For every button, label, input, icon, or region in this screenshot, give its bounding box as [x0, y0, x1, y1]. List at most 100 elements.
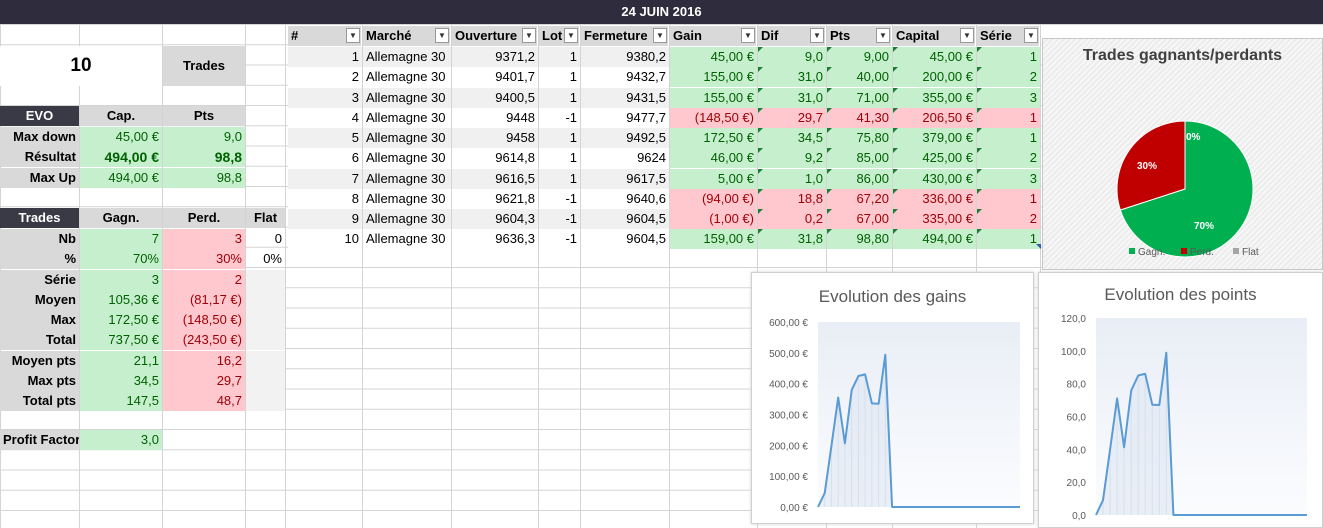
- cell-capital[interactable]: 45,00 €: [893, 47, 976, 67]
- cell-capital[interactable]: 336,00 €: [893, 188, 976, 209]
- cell-ferm[interactable]: 9380,2: [581, 47, 669, 67]
- stats-gagn-value[interactable]: 3: [80, 269, 162, 290]
- cell-ferm[interactable]: 9624: [581, 148, 669, 169]
- cell-ferm[interactable]: 9617,5: [581, 168, 669, 189]
- evo-cap-value[interactable]: 45,00 €: [80, 127, 162, 147]
- cell-gain[interactable]: (148,50 €): [670, 107, 757, 128]
- cell-capital[interactable]: 430,00 €: [893, 168, 976, 189]
- cell-ouv[interactable]: 9448: [452, 107, 538, 128]
- column-header-pts[interactable]: Pts ▼: [827, 26, 892, 46]
- cell-gain[interactable]: 172,50 €: [670, 128, 757, 148]
- stats-gagn-value[interactable]: 21,1: [80, 350, 162, 371]
- cell-capital[interactable]: 335,00 €: [893, 209, 976, 229]
- cell-serie[interactable]: 2: [977, 209, 1040, 229]
- cell-dif[interactable]: 9,2: [758, 148, 826, 169]
- cell-marche[interactable]: Allemagne 30: [363, 168, 451, 189]
- cell-ouv[interactable]: 9401,7: [452, 67, 538, 88]
- cell-ferm[interactable]: 9640,6: [581, 188, 669, 209]
- cell-ouv[interactable]: 9616,5: [452, 168, 538, 189]
- evo-pts-value[interactable]: 98,8: [163, 147, 245, 168]
- cell-pts[interactable]: 9,00: [827, 47, 892, 67]
- stats-gagn-value[interactable]: 737,50 €: [80, 330, 162, 351]
- table-resize-handle[interactable]: [1036, 244, 1041, 249]
- cell-lot[interactable]: 1: [539, 67, 580, 88]
- stats-flat-value[interactable]: [246, 310, 285, 330]
- stats-perd-value[interactable]: 29,7: [163, 370, 245, 391]
- cell-lot[interactable]: 1: [539, 168, 580, 189]
- filter-dropdown-icon[interactable]: ▼: [346, 28, 360, 43]
- column-header-lot[interactable]: Lot ▼: [539, 26, 580, 46]
- cell-dif[interactable]: 1,0: [758, 168, 826, 189]
- filter-dropdown-icon[interactable]: ▼: [1024, 28, 1038, 43]
- gains-chart-panel[interactable]: Evolution des gains 0,00 €100,00 €200,00…: [751, 272, 1034, 524]
- cell-n[interactable]: 5: [288, 128, 362, 148]
- cell-capital[interactable]: 206,50 €: [893, 107, 976, 128]
- stats-perd-value[interactable]: 16,2: [163, 350, 245, 371]
- cell-pts[interactable]: 86,00: [827, 168, 892, 189]
- cell-marche[interactable]: Allemagne 30: [363, 107, 451, 128]
- filter-dropdown-icon[interactable]: ▼: [960, 28, 974, 43]
- cell-ouv[interactable]: 9621,8: [452, 188, 538, 209]
- filter-dropdown-icon[interactable]: ▼: [810, 28, 824, 43]
- column-header-ferm[interactable]: Fermeture ▼: [581, 26, 669, 46]
- filter-dropdown-icon[interactable]: ▼: [564, 28, 578, 43]
- cell-serie[interactable]: 3: [977, 87, 1040, 108]
- cell-ferm[interactable]: 9432,7: [581, 67, 669, 88]
- cell-n[interactable]: 2: [288, 67, 362, 88]
- filter-dropdown-icon[interactable]: ▼: [741, 28, 755, 43]
- cell-serie[interactable]: 2: [977, 148, 1040, 169]
- evo-cap-value[interactable]: 494,00 €: [80, 167, 162, 188]
- stats-flat-value[interactable]: [246, 391, 285, 411]
- cell-lot[interactable]: 1: [539, 87, 580, 108]
- column-header-serie[interactable]: Série ▼: [977, 26, 1040, 46]
- points-chart-panel[interactable]: Evolution des points 0,0 20,0 40,0 60,0 80,0…: [1038, 272, 1323, 528]
- stats-flat-value[interactable]: [246, 370, 285, 391]
- cell-capital[interactable]: 200,00 €: [893, 67, 976, 88]
- cell-gain[interactable]: 45,00 €: [670, 47, 757, 67]
- cell-ouv[interactable]: 9400,5: [452, 87, 538, 108]
- cell-dif[interactable]: 31,8: [758, 229, 826, 250]
- cell-serie[interactable]: 1: [977, 128, 1040, 148]
- evo-pts-value[interactable]: 98,8: [163, 167, 245, 188]
- stats-flat-value[interactable]: [246, 350, 285, 371]
- stats-gagn-value[interactable]: 34,5: [80, 370, 162, 391]
- stats-flat-value[interactable]: 0%: [246, 249, 285, 269]
- cell-n[interactable]: 8: [288, 188, 362, 209]
- cell-ouv[interactable]: 9371,2: [452, 47, 538, 67]
- stats-perd-value[interactable]: 48,7: [163, 391, 245, 411]
- cell-marche[interactable]: Allemagne 30: [363, 67, 451, 88]
- cell-lot[interactable]: 1: [539, 47, 580, 67]
- stats-flat-value[interactable]: [246, 269, 285, 290]
- stats-flat-value[interactable]: [246, 289, 285, 310]
- stats-perd-value[interactable]: (148,50 €): [163, 310, 245, 330]
- cell-lot[interactable]: 1: [539, 148, 580, 169]
- cell-gain[interactable]: 159,00 €: [670, 229, 757, 250]
- cell-marche[interactable]: Allemagne 30: [363, 229, 451, 250]
- cell-serie[interactable]: 1: [977, 47, 1040, 67]
- cell-n[interactable]: 3: [288, 87, 362, 108]
- cell-dif[interactable]: 0,2: [758, 209, 826, 229]
- cell-pts[interactable]: 85,00: [827, 148, 892, 169]
- cell-gain[interactable]: 46,00 €: [670, 148, 757, 169]
- cell-gain[interactable]: (94,00 €): [670, 188, 757, 209]
- cell-serie[interactable]: 1: [977, 229, 1040, 250]
- cell-capital[interactable]: 494,00 €: [893, 229, 976, 250]
- cell-gain[interactable]: 155,00 €: [670, 87, 757, 108]
- column-header-n[interactable]: # ▼: [288, 26, 362, 46]
- evo-pts-value[interactable]: 9,0: [163, 127, 245, 147]
- cell-marche[interactable]: Allemagne 30: [363, 209, 451, 229]
- cell-pts[interactable]: 75,80: [827, 128, 892, 148]
- cell-ouv[interactable]: 9636,3: [452, 229, 538, 250]
- profit-factor-value[interactable]: 3,0: [80, 430, 162, 450]
- column-header-marche[interactable]: Marché ▼: [363, 26, 451, 46]
- cell-ferm[interactable]: 9604,5: [581, 209, 669, 229]
- cell-ouv[interactable]: 9458: [452, 128, 538, 148]
- stats-perd-value[interactable]: 30%: [163, 249, 245, 270]
- cell-marche[interactable]: Allemagne 30: [363, 128, 451, 148]
- cell-marche[interactable]: Allemagne 30: [363, 188, 451, 209]
- stats-gagn-value[interactable]: 172,50 €: [80, 310, 162, 330]
- cell-ferm[interactable]: 9492,5: [581, 128, 669, 148]
- cell-marche[interactable]: Allemagne 30: [363, 47, 451, 67]
- cell-capital[interactable]: 425,00 €: [893, 148, 976, 169]
- cell-pts[interactable]: 71,00: [827, 87, 892, 108]
